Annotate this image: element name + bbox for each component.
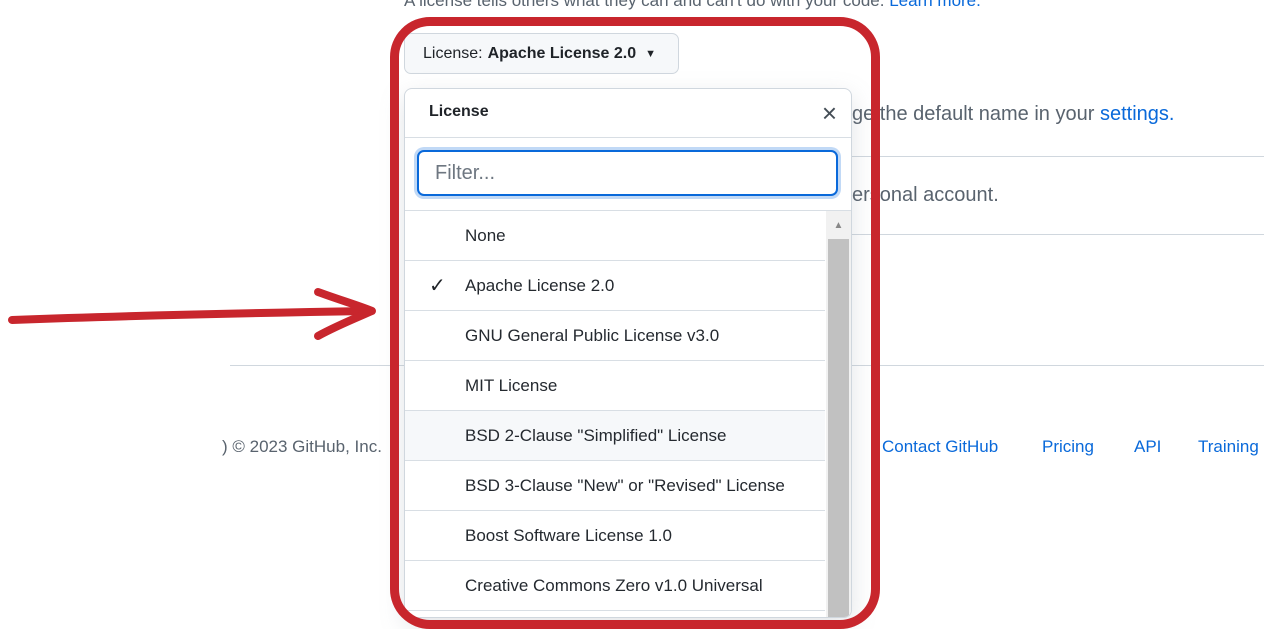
footer-link-api[interactable]: API (1134, 437, 1161, 457)
license-select-button[interactable]: License: Apache License 2.0 ▼ (404, 33, 679, 74)
license-option-label: Apache License 2.0 (465, 275, 615, 295)
license-option-boost[interactable]: Boost Software License 1.0 (405, 511, 825, 561)
filter-input[interactable] (417, 150, 838, 196)
caret-down-icon: ▼ (645, 47, 656, 60)
license-option-bsd3[interactable]: BSD 3-Clause "New" or "Revised" License (405, 461, 825, 511)
license-dropdown: License × None ✓ Apache License 2.0 GNU … (404, 88, 852, 618)
dropdown-title: License (429, 103, 489, 120)
learn-more-link[interactable]: Learn more. (889, 0, 981, 10)
license-option-gpl3[interactable]: GNU General Public License v3.0 (405, 311, 825, 361)
license-option-none[interactable]: None (405, 211, 825, 261)
footer-link-training[interactable]: Training (1198, 437, 1259, 457)
license-option-cc0[interactable]: Creative Commons Zero v1.0 Universal (405, 561, 825, 611)
license-option-label: Boost Software License 1.0 (465, 525, 672, 545)
license-option-bsd2[interactable]: BSD 2-Clause "Simplified" License (405, 411, 825, 461)
footer-copyright: ) © 2023 GitHub, Inc. (222, 437, 382, 456)
close-icon[interactable]: × (822, 97, 837, 129)
divider (852, 234, 1264, 235)
filter-container (405, 137, 851, 211)
scroll-up-arrow-icon[interactable]: ▲ (826, 211, 851, 239)
account-text: ersonal account. (852, 184, 999, 206)
dropdown-scrollbar[interactable]: ▲ (826, 211, 851, 617)
annotation-arrow-icon (8, 288, 376, 340)
license-option-label: BSD 2-Clause "Simplified" License (465, 425, 727, 445)
check-icon: ✓ (429, 275, 446, 297)
license-button-value: Apache License 2.0 (487, 44, 637, 62)
dropdown-header: License × (405, 89, 851, 138)
divider (852, 156, 1264, 157)
license-option-mit[interactable]: MIT License (405, 361, 825, 411)
license-button-label: License: (423, 44, 483, 62)
license-option-apache[interactable]: ✓ Apache License 2.0 (405, 261, 825, 311)
license-option-label: Creative Commons Zero v1.0 Universal (465, 575, 763, 595)
settings-link[interactable]: settings. (1100, 103, 1174, 125)
license-list: None ✓ Apache License 2.0 GNU General Pu… (405, 211, 825, 611)
default-branch-text: ge the default name in your settings. (852, 103, 1175, 125)
license-option-label: BSD 3-Clause "New" or "Revised" License (465, 475, 785, 495)
footer-link-pricing[interactable]: Pricing (1042, 437, 1094, 457)
license-option-label: MIT License (465, 375, 558, 395)
footer-link-contact[interactable]: Contact GitHub (882, 437, 998, 457)
license-option-label: None (465, 225, 506, 245)
scrollbar-thumb[interactable] (828, 239, 849, 617)
license-help-text: A license tells others what they can and… (404, 0, 981, 11)
license-option-label: GNU General Public License v3.0 (465, 325, 720, 345)
